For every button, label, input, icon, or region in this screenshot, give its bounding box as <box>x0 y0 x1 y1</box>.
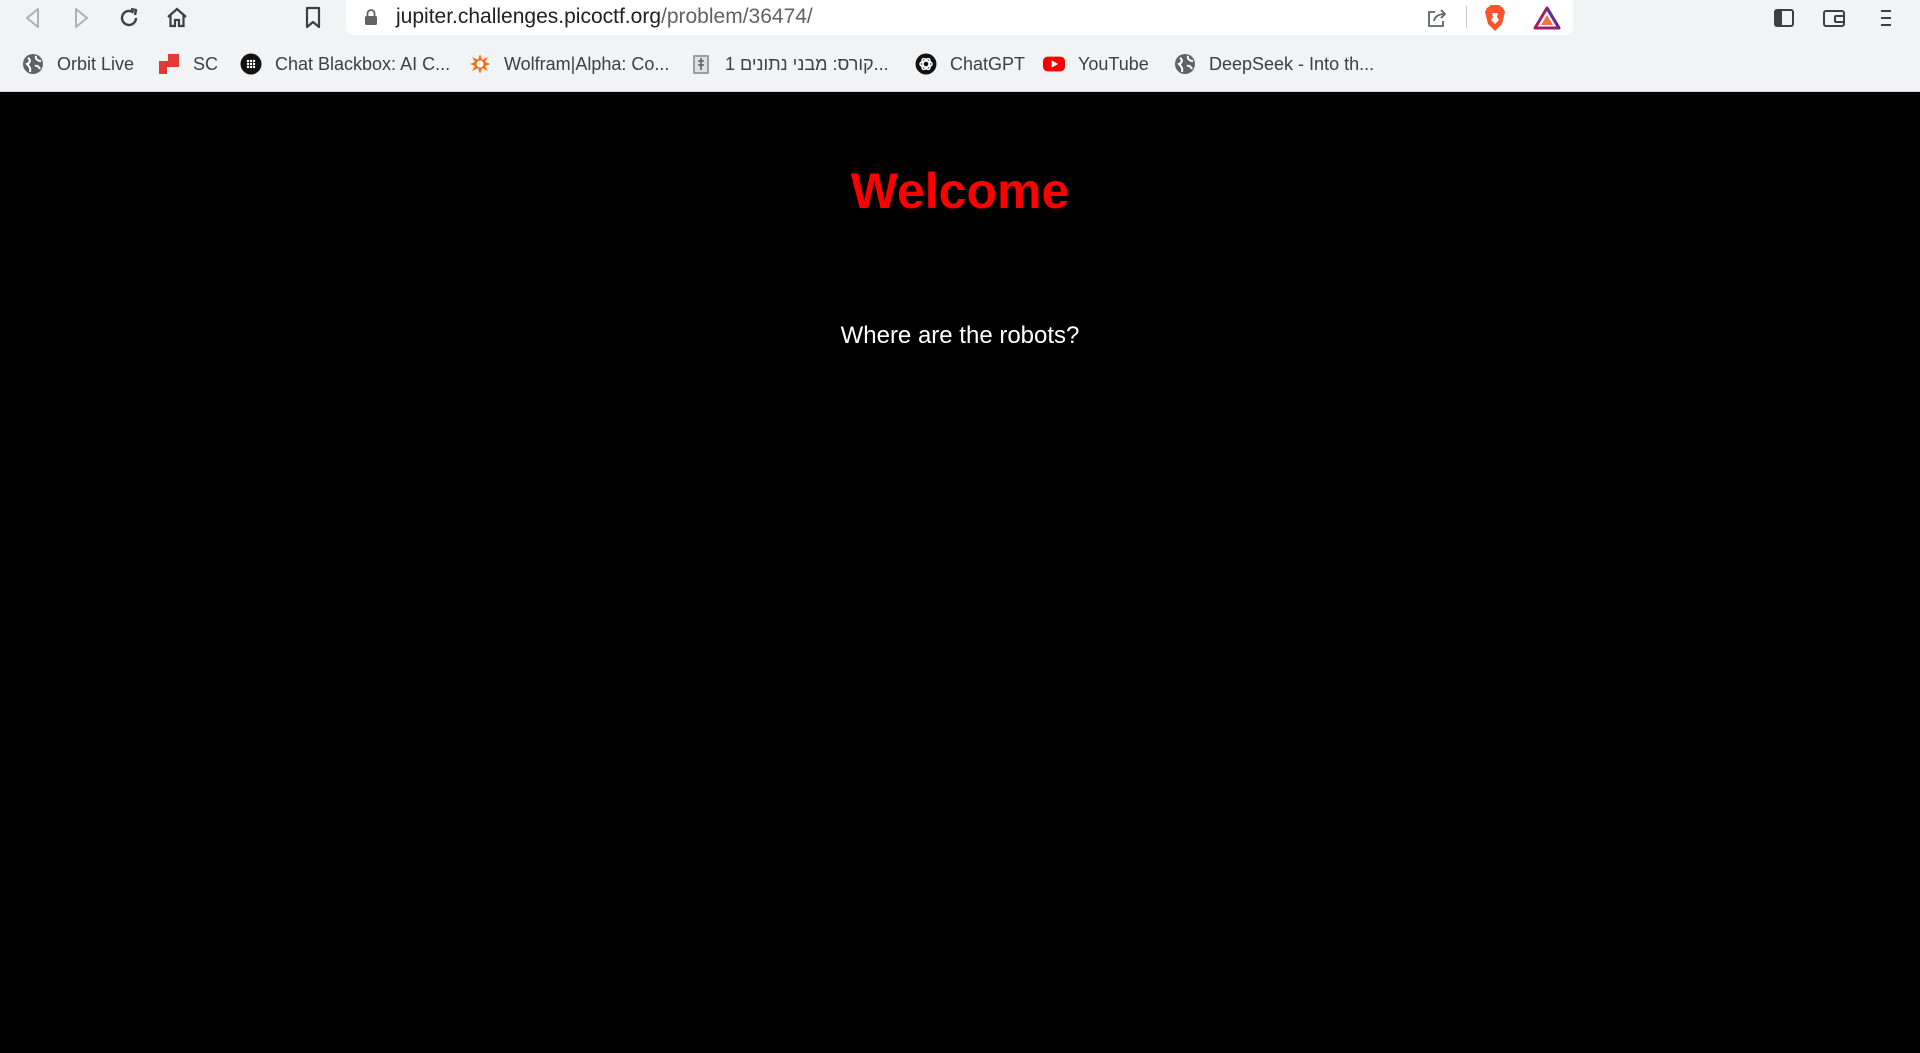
reload-icon[interactable] <box>114 3 144 33</box>
brave-shields-icon[interactable] <box>1481 4 1509 32</box>
bookmark-orbit-live[interactable]: Orbit Live <box>22 49 134 79</box>
home-icon[interactable] <box>162 3 192 33</box>
url-text[interactable]: jupiter.challenges.picoctf.org/problem/3… <box>396 5 813 29</box>
chatgpt-icon <box>915 53 937 75</box>
bookmarks-bar: Orbit Live SC Chat Blackbox: AI C... Wol… <box>0 45 1920 83</box>
bookmark-label: Chat Blackbox: AI C... <box>275 53 451 74</box>
blackbox-icon <box>240 53 262 75</box>
bookmark-sc[interactable]: SC <box>158 49 218 79</box>
course-icon <box>690 53 712 75</box>
sidebar-icon[interactable] <box>1769 3 1799 33</box>
bookmark-label: YouTube <box>1078 53 1149 74</box>
bookmark-label: Orbit Live <box>57 53 135 74</box>
page-title: Welcome <box>850 163 1070 219</box>
youtube-icon <box>1043 53 1065 75</box>
bookmark-label: SC <box>193 53 219 74</box>
browser-toolbar: jupiter.challenges.picoctf.org/problem/3… <box>0 0 1920 38</box>
bookmark-icon[interactable] <box>298 3 328 33</box>
url-path: /problem/36474/ <box>661 5 813 28</box>
bookmark-label: קורס: מבני נתונים 1... <box>725 53 889 74</box>
url-host: jupiter.challenges.picoctf.org <box>396 5 661 28</box>
globe-icon <box>1174 53 1196 75</box>
sc-logo-icon <box>158 53 180 75</box>
bookmark-blackbox[interactable]: Chat Blackbox: AI C... <box>240 49 450 79</box>
bookmark-course[interactable]: קורס: מבני נתונים 1... <box>690 49 889 79</box>
bookmark-label: DeepSeek - Into th... <box>1209 53 1375 74</box>
brave-rewards-icon[interactable] <box>1533 4 1561 32</box>
page-content: Welcome Where are the robots? <box>0 92 1920 1053</box>
bookmark-youtube[interactable]: YouTube <box>1043 49 1149 79</box>
wolfram-icon <box>469 53 491 75</box>
address-bar[interactable]: jupiter.challenges.picoctf.org/problem/3… <box>346 0 1573 35</box>
bookmark-label: ChatGPT <box>950 53 1026 74</box>
back-icon[interactable] <box>18 3 48 33</box>
bookmark-deepseek[interactable]: DeepSeek - Into th... <box>1174 49 1374 79</box>
bookmark-wolfram-alpha[interactable]: Wolfram|Alpha: Co... <box>469 49 669 79</box>
browser-chrome: jupiter.challenges.picoctf.org/problem/3… <box>0 0 1920 92</box>
lock-icon[interactable] <box>364 9 378 25</box>
wallet-icon[interactable] <box>1819 3 1849 33</box>
bookmark-chatgpt[interactable]: ChatGPT <box>915 49 1025 79</box>
address-divider <box>1466 6 1467 28</box>
globe-icon <box>22 53 44 75</box>
page-text: Where are the robots? <box>840 322 1080 349</box>
forward-icon[interactable] <box>66 3 96 33</box>
share-icon[interactable] <box>1423 4 1451 32</box>
bookmark-label: Wolfram|Alpha: Co... <box>504 53 670 74</box>
menu-icon[interactable] <box>1871 3 1901 33</box>
